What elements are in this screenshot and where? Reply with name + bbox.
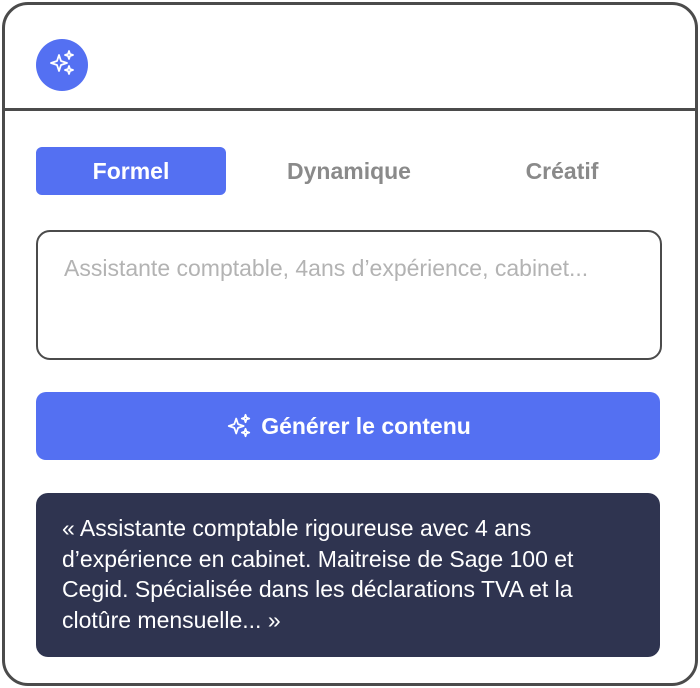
tab-dynamique[interactable]: Dynamique <box>252 147 446 195</box>
profile-input-placeholder: Assistante comptable, 4ans d’expérience,… <box>64 255 589 281</box>
sparkles-icon <box>225 412 253 440</box>
card-header <box>5 5 695 111</box>
generator-card: Formel Dynamique Créatif Assistante comp… <box>2 2 698 686</box>
generated-result-text: « Assistante comptable rigoureuse avec 4… <box>62 515 574 633</box>
generate-button-label: Générer le contenu <box>261 412 471 439</box>
tab-formel[interactable]: Formel <box>36 147 226 195</box>
style-tabs: Formel Dynamique Créatif <box>36 147 658 195</box>
generate-button[interactable]: Générer le contenu <box>36 392 660 460</box>
logo-badge <box>36 39 88 91</box>
profile-input[interactable]: Assistante comptable, 4ans d’expérience,… <box>36 230 662 360</box>
generated-result: « Assistante comptable rigoureuse avec 4… <box>36 493 660 657</box>
sparkles-icon <box>47 48 77 83</box>
tab-creatif[interactable]: Créatif <box>466 147 658 195</box>
